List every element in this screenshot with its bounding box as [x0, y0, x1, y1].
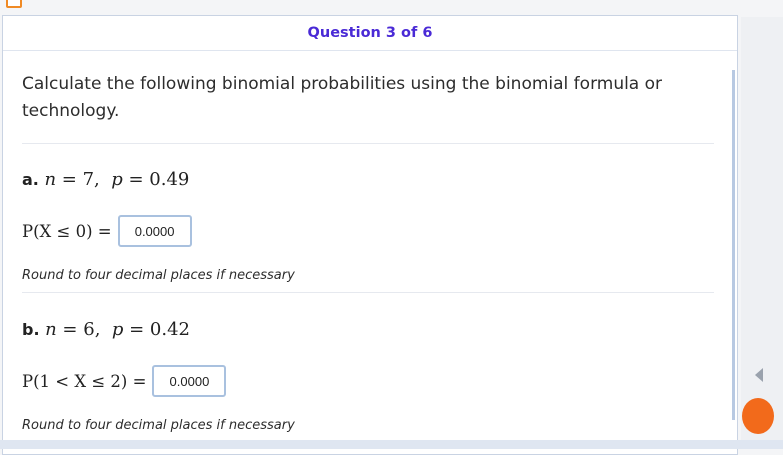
part-b-hint: Round to four decimal places if necessar… [22, 418, 295, 433]
question-number: Question 3 of 6 [307, 25, 433, 41]
part-a-label: a. [22, 170, 39, 189]
part-a-answer-input[interactable]: 0.0000 [117, 215, 192, 247]
part-b-probability-row: P(1 < X ≤ 2) = 0.0000 [22, 365, 227, 397]
part-a-n: 7 [82, 169, 95, 190]
right-sidebar [741, 17, 783, 449]
part-a-p: 0.49 [149, 169, 190, 190]
divider [22, 143, 714, 144]
left-arrow-icon[interactable] [755, 368, 763, 382]
part-b-params: n = 6, p = 0.42 [45, 319, 190, 340]
part-a-header: a. n = 7, p = 0.49 [22, 169, 189, 190]
part-b-label: b. [22, 320, 40, 339]
question-panel: Question 3 of 6 Calculate the following … [2, 15, 738, 455]
part-b-n: 6 [83, 319, 95, 340]
part-a-hint: Round to four decimal places if necessar… [22, 268, 295, 283]
instructions-text: Calculate the following binomial probabi… [22, 74, 663, 121]
part-a-probability-row: P(X ≤ 0) = 0.0000 [22, 215, 192, 247]
part-b-probability-expression: P(1 < X ≤ 2) = [22, 371, 147, 391]
help-circle-icon[interactable] [742, 398, 774, 434]
question-content: Calculate the following binomial probabi… [3, 51, 737, 454]
top-corner-icon [6, 0, 22, 8]
divider [22, 292, 714, 293]
part-b-p: 0.42 [149, 319, 190, 340]
bottom-bar [0, 440, 783, 449]
part-a-probability-expression: P(X ≤ 0) = [22, 221, 112, 241]
part-b-header: b. n = 6, p = 0.42 [22, 319, 190, 340]
part-b-answer-input[interactable]: 0.0000 [152, 365, 227, 397]
part-a-params: n = 7, p = 0.49 [44, 169, 190, 190]
question-header: Question 3 of 6 [3, 16, 737, 51]
scrollbar[interactable] [732, 70, 735, 420]
